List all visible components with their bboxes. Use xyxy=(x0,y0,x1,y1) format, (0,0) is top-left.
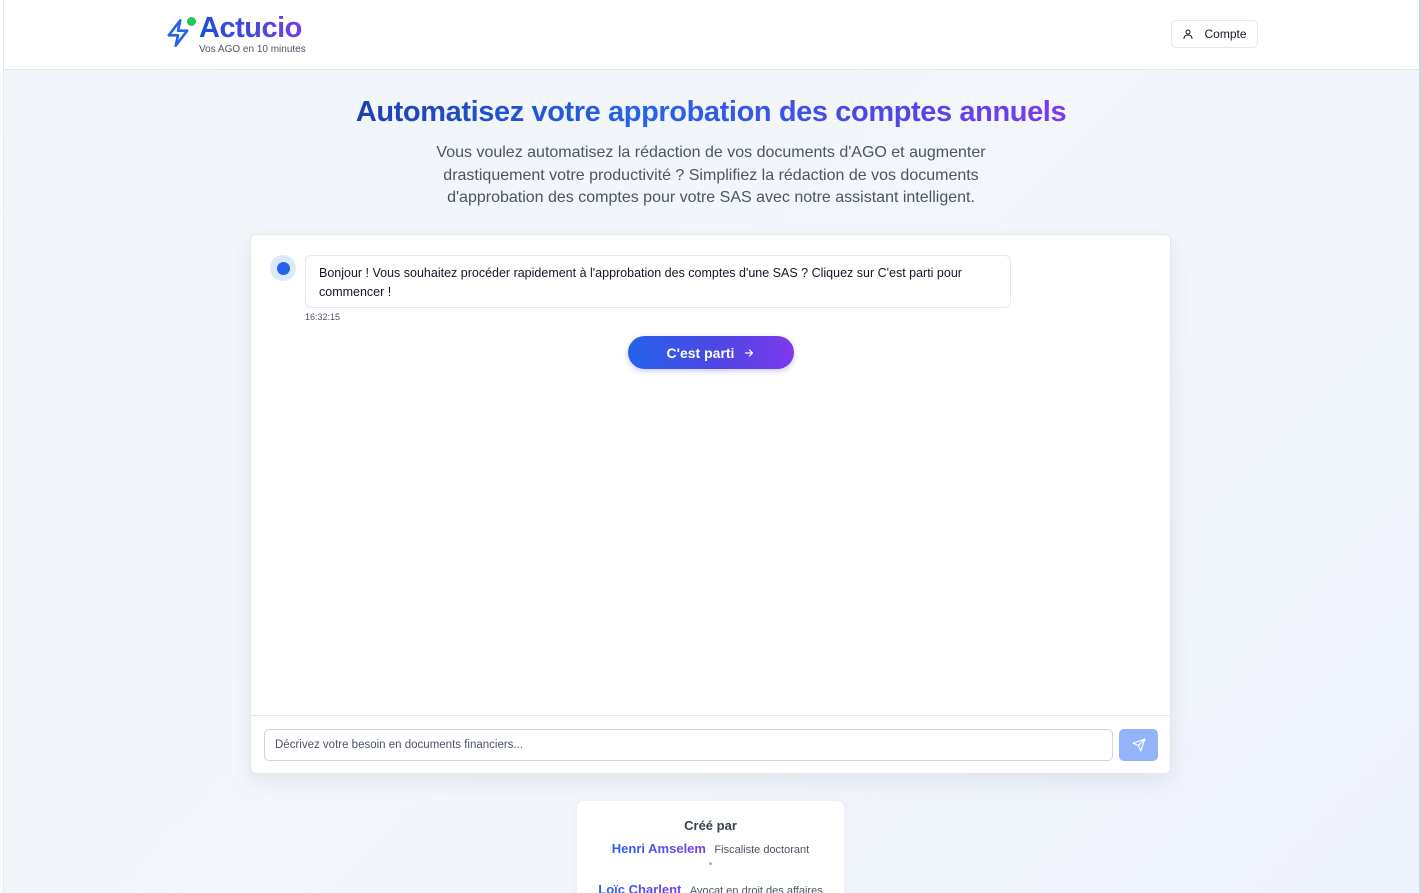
user-icon xyxy=(1183,29,1193,39)
person-role: Fiscaliste doctorant xyxy=(714,844,810,856)
person-name[interactable]: Loïc Charlent xyxy=(598,882,681,893)
brand-name: Actucio xyxy=(199,14,306,43)
assistant-dot-icon xyxy=(276,261,290,275)
message-timestamp: 16:32:15 xyxy=(305,312,341,322)
credits-title: Créé par xyxy=(684,818,737,833)
chat-input-bar xyxy=(251,715,1170,774)
brand-tagline: Vos AGO en 10 minutes xyxy=(199,44,306,55)
send-icon xyxy=(1132,738,1145,752)
window-left-border xyxy=(0,0,4,893)
lightning-bolt-icon xyxy=(164,17,196,50)
top-navbar: Actucio Vos AGO en 10 minutes Compte xyxy=(4,0,1419,70)
chat-input[interactable] xyxy=(264,729,1113,761)
assistant-avatar xyxy=(270,255,296,281)
start-button-label: C'est parti xyxy=(666,344,735,361)
logo[interactable]: Actucio Vos AGO en 10 minutes xyxy=(164,14,306,55)
arrow-right-icon xyxy=(745,348,754,357)
chat-panel: Bonjour ! Vous souhaitez procéder rapide… xyxy=(250,234,1171,774)
start-button[interactable]: C'est parti xyxy=(628,336,794,369)
assistant-message: Bonjour ! Vous souhaitez procéder rapide… xyxy=(305,255,1011,308)
page-subtitle: Vous voulez automatisez la rédaction de … xyxy=(436,144,986,206)
page-title: Automatisez votre approbation des compte… xyxy=(355,96,1067,128)
account-button[interactable]: Compte xyxy=(1171,20,1258,48)
credits-card: Créé par Henri Amselem Fiscaliste doctor… xyxy=(576,800,845,893)
account-button-label: Compte xyxy=(1204,27,1247,41)
person-name[interactable]: Henri Amselem xyxy=(612,841,706,856)
credit-person: Henri Amselem Fiscaliste doctorant xyxy=(577,840,844,858)
send-button[interactable] xyxy=(1119,729,1158,761)
credits-separator: • xyxy=(708,859,713,870)
status-dot xyxy=(187,17,196,26)
person-role: Avocat en droit des affaires xyxy=(689,885,823,893)
credit-person: Loïc Charlent Avocat en droit des affair… xyxy=(577,881,844,893)
